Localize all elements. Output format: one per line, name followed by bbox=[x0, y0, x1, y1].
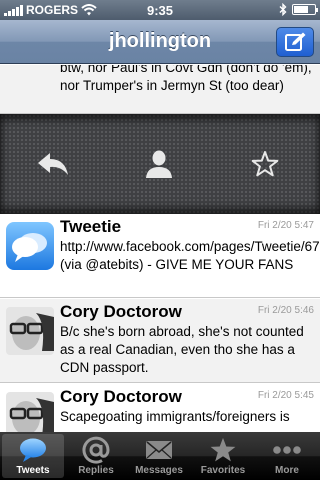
reply-icon[interactable] bbox=[36, 148, 70, 180]
navigation-bar: jhollington bbox=[0, 20, 320, 64]
tweet-text: http://www.facebook.com/pages/Tweetie/67… bbox=[60, 239, 320, 272]
envelope-icon bbox=[146, 441, 172, 459]
tweet-text: B/c she's born abroad, she's not counted… bbox=[60, 324, 304, 375]
user-profile-icon[interactable] bbox=[142, 148, 176, 180]
star-icon bbox=[210, 437, 236, 462]
page-title: jhollington bbox=[108, 30, 212, 52]
status-bar: ROGERS 9:35 bbox=[0, 0, 320, 20]
tab-label: Tweets bbox=[16, 465, 50, 476]
battery-icon bbox=[292, 4, 318, 15]
cory-doctorow-avatar[interactable] bbox=[6, 307, 54, 355]
tab-tweets[interactable]: Tweets bbox=[2, 434, 64, 478]
tab-bar: Tweets Replies Messages Favorites More bbox=[0, 432, 320, 480]
tweet-author: Cory Doctorow bbox=[60, 302, 182, 321]
tweetie-logo-icon bbox=[6, 222, 54, 270]
tab-more[interactable]: More bbox=[256, 434, 318, 478]
cory-doctorow-avatar[interactable] bbox=[6, 392, 54, 432]
tweetie-avatar[interactable] bbox=[6, 222, 54, 270]
tweet-author: Tweetie bbox=[60, 217, 122, 236]
more-dots-icon bbox=[273, 446, 301, 454]
tweet-text: btw, nor Paul's in Covt Gdn (don't do 'e… bbox=[60, 65, 312, 93]
tab-favorites[interactable]: Favorites bbox=[192, 434, 254, 478]
tab-label: Messages bbox=[135, 465, 183, 476]
compose-button[interactable] bbox=[276, 27, 314, 57]
tweet-row[interactable]: Tweetie Fri 2/20 5:47 http://www.faceboo… bbox=[0, 214, 320, 298]
tweet-timestamp: Fri 2/20 5:45 bbox=[257, 390, 314, 401]
tweet-text: Scapegoating immigrants/foreigners is bbox=[60, 409, 290, 424]
speech-bubble-icon bbox=[20, 438, 46, 462]
compose-icon bbox=[285, 32, 306, 51]
favorite-star-icon[interactable] bbox=[248, 148, 282, 180]
tweet-author: Cory Doctorow bbox=[60, 387, 182, 406]
tab-replies[interactable]: Replies bbox=[65, 434, 127, 478]
tab-messages[interactable]: Messages bbox=[128, 434, 190, 478]
bluetooth-icon bbox=[279, 3, 287, 16]
profile-photo-icon bbox=[6, 307, 54, 355]
tweet-row[interactable]: Cory Doctorow Fri 2/20 5:45 Scapegoating… bbox=[0, 384, 320, 432]
status-time: 9:35 bbox=[146, 3, 174, 18]
tweet-action-drawer bbox=[0, 114, 320, 214]
tab-label: More bbox=[275, 465, 299, 476]
tab-label: Replies bbox=[78, 465, 114, 476]
timeline[interactable]: btw, nor Paul's in Covt Gdn (don't do 'e… bbox=[0, 65, 320, 432]
tab-label: Favorites bbox=[200, 465, 246, 476]
profile-photo-icon bbox=[6, 392, 54, 432]
tweet-row[interactable]: Cory Doctorow Fri 2/20 5:46 B/c she's bo… bbox=[0, 299, 320, 383]
tweet-row[interactable]: btw, nor Paul's in Covt Gdn (don't do 'e… bbox=[0, 65, 320, 114]
at-sign-icon bbox=[82, 436, 110, 464]
tweet-timestamp: Fri 2/20 5:46 bbox=[257, 305, 314, 316]
tweet-timestamp: Fri 2/20 5:47 bbox=[257, 220, 314, 231]
